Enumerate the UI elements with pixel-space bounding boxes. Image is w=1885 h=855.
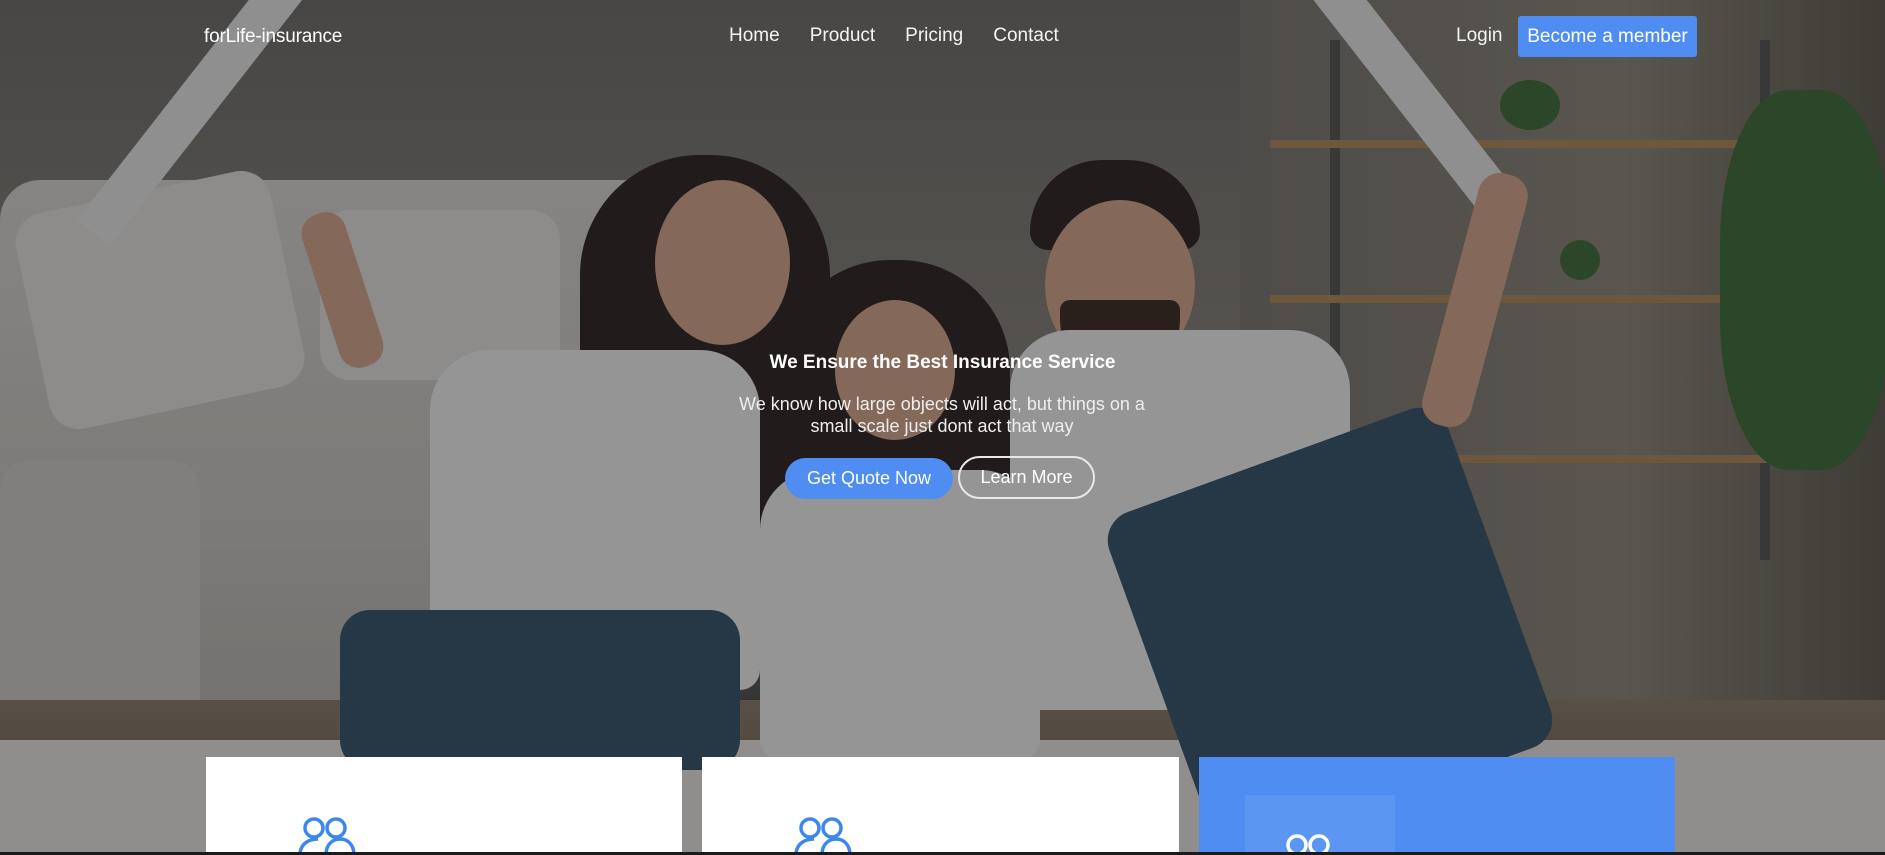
nav-links: Home Product Pricing Contact [729, 25, 1059, 47]
feature-card-1[interactable] [206, 757, 682, 855]
feature-card-2[interactable] [702, 757, 1179, 855]
people-icon [794, 817, 852, 855]
hero-subtitle: We know how large objects will act, but … [739, 394, 1145, 436]
nav-product-link[interactable]: Product [810, 25, 875, 47]
brand-logo[interactable]: forLife-insurance [204, 26, 342, 48]
feature-card-3[interactable] [1199, 757, 1675, 855]
get-quote-button[interactable]: Get Quote Now [785, 458, 953, 499]
top-navbar: forLife-insurance Home Product Pricing C… [0, 0, 1885, 72]
nav-pricing-link[interactable]: Pricing [905, 25, 963, 47]
nav-contact-link[interactable]: Contact [993, 25, 1058, 47]
login-link[interactable]: Login [1456, 25, 1503, 47]
nav-home-link[interactable]: Home [729, 25, 780, 47]
hero-title: We Ensure the Best Insurance Service [769, 352, 1116, 373]
become-member-button[interactable]: Become a member [1518, 16, 1697, 57]
learn-more-button[interactable]: Learn More [958, 456, 1095, 499]
people-icon [298, 817, 356, 855]
